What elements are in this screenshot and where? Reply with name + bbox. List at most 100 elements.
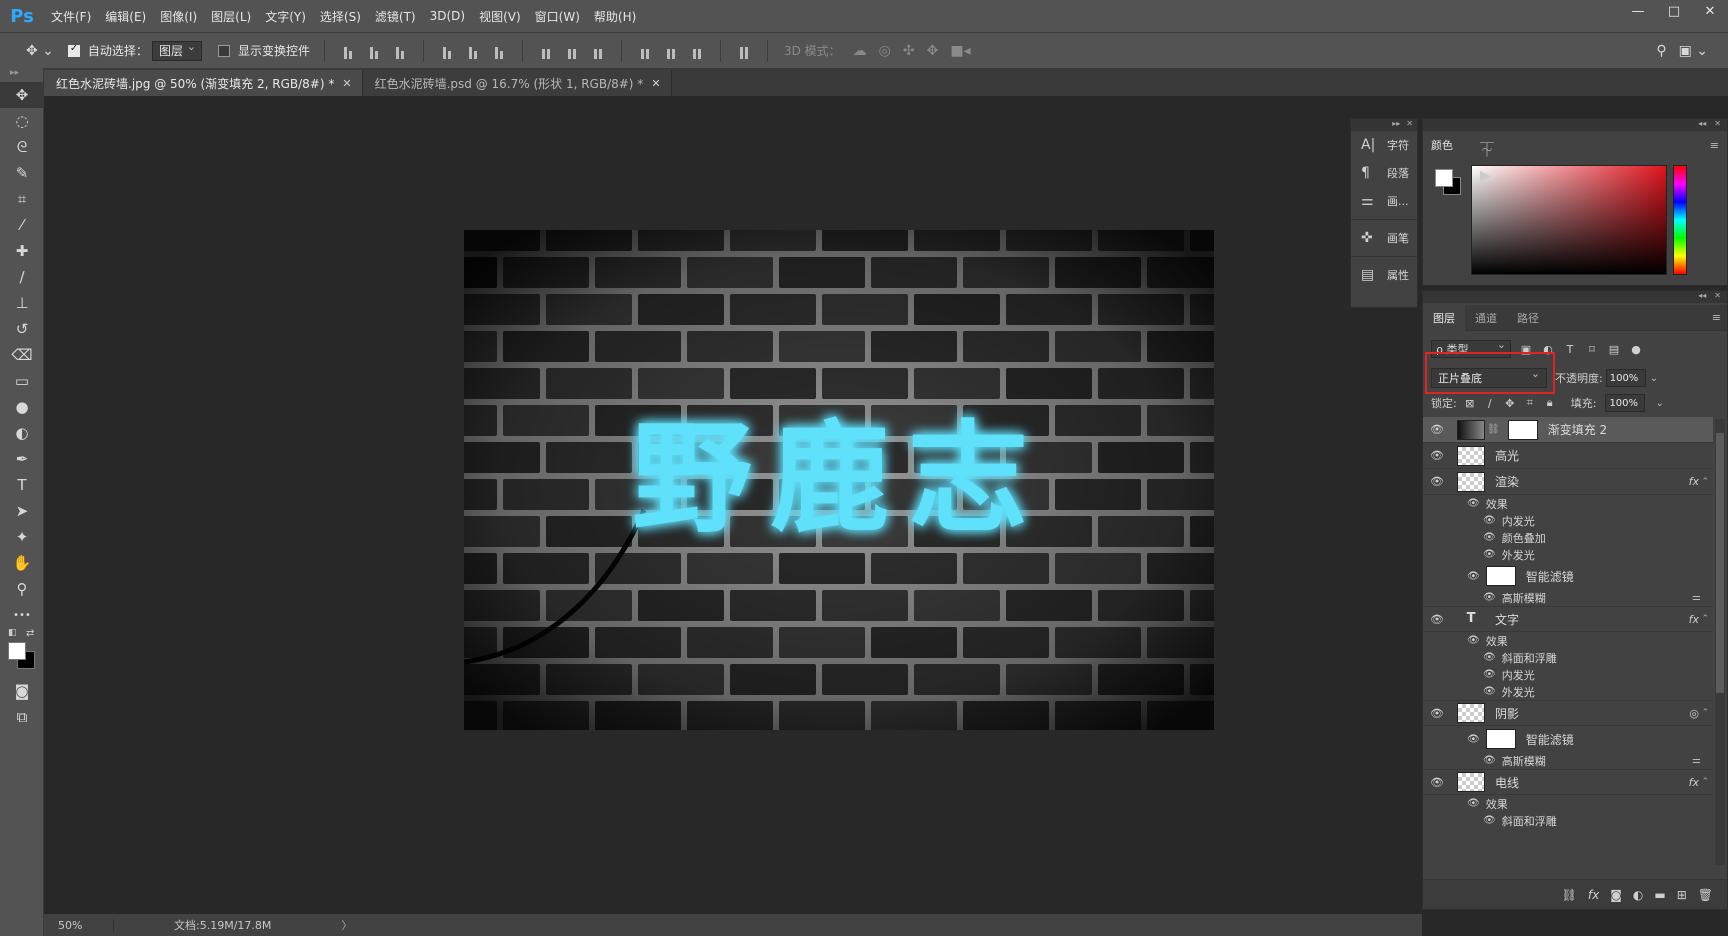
layer-filter-select[interactable]: ρ 类型 <box>1431 338 1511 358</box>
distribute-hcenter-icon[interactable] <box>662 43 680 59</box>
actions-play-icon[interactable]: ▶ <box>1480 168 1491 184</box>
visibility-eye-icon[interactable]: 👁︎ <box>1467 798 1480 809</box>
dodge-tool-icon[interactable]: ◐ <box>0 420 44 446</box>
menu-file[interactable]: 文件(F) <box>44 8 98 25</box>
visibility-eye-icon[interactable]: 👁︎ <box>1483 815 1496 826</box>
menu-help[interactable]: 帮助(H) <box>587 8 643 25</box>
status-menu-arrow-icon[interactable]: 〉 <box>341 917 352 933</box>
smart-filter-row[interactable]: 👁︎ 智能滤镜 <box>1423 726 1713 752</box>
align-right-icon[interactable] <box>490 43 508 59</box>
dock-header[interactable]: ▸▸ ✕ <box>1351 119 1417 131</box>
trash-icon[interactable]: 🗑︎ <box>1698 888 1713 902</box>
collapse-arrow-icon[interactable]: ⌃ <box>1701 477 1709 487</box>
path-select-tool-icon[interactable]: ➤ <box>0 498 44 524</box>
menu-layer[interactable]: 图层(L) <box>204 8 258 25</box>
canvas-workspace[interactable]: 野鹿志 <box>44 96 1422 914</box>
panel-menu-icon[interactable]: ≡ <box>1710 139 1719 152</box>
lock-all-icon[interactable]: 🔒︎ <box>1543 396 1557 410</box>
search-icon[interactable]: ⚲ <box>1656 43 1666 59</box>
new-layer-icon[interactable]: ⊞ <box>1677 888 1687 902</box>
effect-item[interactable]: 👁︎ 颜色叠加 <box>1423 529 1713 546</box>
minimize-button[interactable]: — <box>1620 0 1656 22</box>
screen-mode-icon[interactable]: ⧉ <box>0 704 44 730</box>
fill-input[interactable]: 100% <box>1605 394 1646 412</box>
layer-fx-icon[interactable]: fx <box>1689 613 1699 626</box>
fx-icon[interactable]: fx <box>1588 888 1599 902</box>
visibility-eye-icon[interactable]: 👁︎ <box>1483 755 1496 766</box>
color-picker-field[interactable] <box>1471 165 1667 275</box>
move-tool-icon[interactable]: ✥ ⌄ <box>26 43 54 59</box>
panel-header[interactable]: ◂◂ ✕ <box>1423 119 1727 131</box>
filter-shape-icon[interactable]: ⌑ <box>1585 343 1599 356</box>
show-transform-checkbox[interactable] <box>217 44 230 57</box>
filter-item[interactable]: 👁︎ 高斯模糊 ⚌ <box>1423 589 1713 606</box>
effect-item[interactable]: 👁︎ 内发光 <box>1423 666 1713 683</box>
menu-edit[interactable]: 编辑(E) <box>98 8 153 25</box>
effects-group[interactable]: 👁︎ 效果 <box>1423 795 1713 812</box>
align-vcenter-icon[interactable] <box>365 43 383 59</box>
3d-roll-icon[interactable]: ◎ <box>879 43 891 59</box>
marquee-tool-icon[interactable]: ◌ <box>0 108 44 134</box>
layer-highlight[interactable]: 👁︎ 高光 <box>1423 443 1713 469</box>
hand-tool-icon[interactable]: ✋ <box>0 550 44 576</box>
menu-3d[interactable]: 3D(D) <box>423 9 472 23</box>
filter-pixel-icon[interactable]: ▣ <box>1519 343 1533 356</box>
gradient-tool-icon[interactable]: ▭ <box>0 368 44 394</box>
filter-toggle-icon[interactable]: ● <box>1629 343 1643 356</box>
filter-type-icon[interactable]: T <box>1563 343 1577 356</box>
align-bottom-icon[interactable] <box>391 43 409 59</box>
visibility-eye-icon[interactable]: 👁︎ <box>1423 776 1451 789</box>
eyedropper-tool-icon[interactable]: ⁄ <box>0 212 44 238</box>
filter-item[interactable]: 👁︎ 高斯模糊 ⚌ <box>1423 752 1713 769</box>
visibility-eye-icon[interactable]: 👁︎ <box>1423 613 1451 626</box>
distribute-bottom-icon[interactable] <box>589 43 607 59</box>
3d-rotate-icon[interactable]: ☁ <box>853 43 867 59</box>
tab-layers[interactable]: 图层 <box>1423 304 1465 331</box>
auto-select-checkbox[interactable] <box>67 43 80 57</box>
3d-drag-icon[interactable]: ✣ <box>903 43 915 59</box>
effect-item[interactable]: 👁︎ 外发光 <box>1423 546 1713 563</box>
collapse-arrow-icon[interactable]: ⌃ <box>1701 777 1709 787</box>
panel-brush-presets[interactable]: ⚌ 画... <box>1351 187 1417 215</box>
layer-gradient-fill[interactable]: 👁︎ ⛓ 渐变填充 2 <box>1423 417 1713 443</box>
filter-smart-object-icon[interactable]: ▤ <box>1607 343 1621 356</box>
menu-select[interactable]: 选择(S) <box>313 8 368 25</box>
layer-shadow[interactable]: 👁︎ 阴影 ◎ ⌃ <box>1423 700 1713 726</box>
opacity-dropdown-icon[interactable]: ⌄ <box>1650 373 1658 384</box>
layer-fx-icon[interactable]: fx <box>1689 776 1699 789</box>
effect-item[interactable]: 👁︎ 内发光 <box>1423 512 1713 529</box>
mask-link-icon[interactable]: ⛓ <box>1487 424 1500 435</box>
panel-character[interactable]: A| 字符 <box>1351 131 1417 159</box>
folder-icon[interactable]: ▬ <box>1654 888 1665 902</box>
adjustment-icon[interactable]: ◐ <box>1633 888 1643 902</box>
visibility-eye-icon[interactable]: 👁︎ <box>1467 734 1480 745</box>
visibility-eye-icon[interactable]: 👁︎ <box>1483 515 1496 526</box>
menu-filter[interactable]: 滤镜(T) <box>368 8 423 25</box>
lock-transparency-icon[interactable]: ⊠ <box>1463 397 1477 410</box>
distribute-top-icon[interactable] <box>537 43 555 59</box>
document-tab-active[interactable]: 红色水泥砖墙.jpg @ 50% (渐变填充 2, RGB/8#) * ✕ <box>44 70 363 96</box>
panel-menu-icon[interactable]: ≡ <box>1712 311 1721 324</box>
document-canvas[interactable]: 野鹿志 <box>464 230 1214 730</box>
pen-tool-icon[interactable]: ✒ <box>0 446 44 472</box>
type-tool-icon[interactable]: T <box>0 472 44 498</box>
default-colors-icon[interactable]: ◧ <box>8 628 17 638</box>
mask-icon[interactable]: ◙ <box>1610 888 1622 902</box>
visibility-eye-icon[interactable]: 👁︎ <box>1423 423 1451 436</box>
layer-render[interactable]: 👁︎ 渲染 fx ⌃ <box>1423 469 1713 495</box>
zoom-tool-icon[interactable]: ⚲ <box>0 576 44 602</box>
visibility-eye-icon[interactable]: 👁︎ <box>1467 635 1480 646</box>
more-tools-icon[interactable]: ••• <box>0 602 44 628</box>
brush-tool-icon[interactable]: ∕ <box>0 264 44 290</box>
effect-item[interactable]: 👁︎ 斜面和浮雕 <box>1423 649 1713 666</box>
lock-pixels-icon[interactable]: ∕ <box>1483 397 1497 410</box>
clone-stamp-tool-icon[interactable]: ⊥ <box>0 290 44 316</box>
3d-slide-icon[interactable]: ✥ <box>927 43 939 59</box>
auto-select-target-select[interactable]: 图层 <box>151 40 202 61</box>
link-icon[interactable]: ⛓ <box>1562 888 1577 902</box>
filter-adjustment-icon[interactable]: ◐ <box>1541 343 1555 356</box>
blur-tool-icon[interactable]: ● <box>0 394 44 420</box>
visibility-eye-icon[interactable]: 👁︎ <box>1483 669 1496 680</box>
document-tab[interactable]: 红色水泥砖墙.psd @ 16.7% (形状 1, RGB/8#) * ✕ <box>362 70 672 96</box>
visibility-eye-icon[interactable]: 👁︎ <box>1423 475 1451 488</box>
